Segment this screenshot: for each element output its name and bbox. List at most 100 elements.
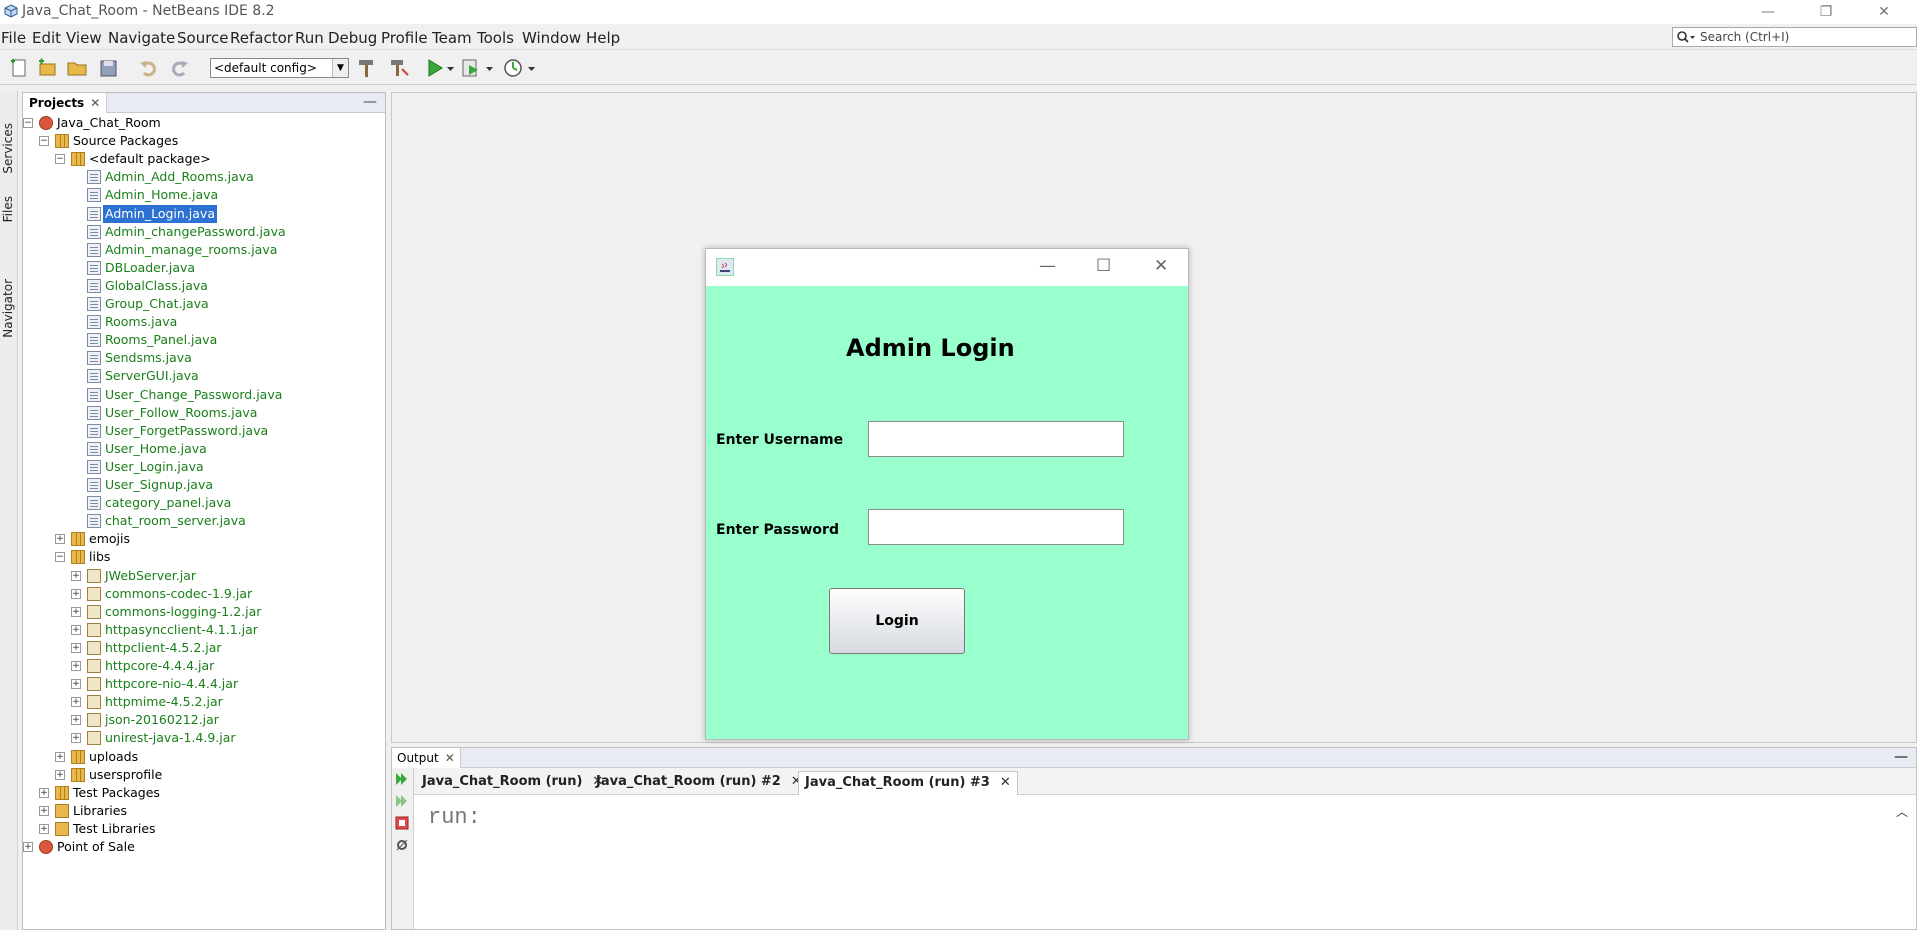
rerun-with-options-icon[interactable] [395, 794, 409, 808]
tree-file-item[interactable]: + httpasyncclient-4.1.1.jar [23, 621, 383, 639]
tree-file-item[interactable]: Admin_manage_rooms.java [23, 241, 383, 259]
expand-icon[interactable]: + [71, 570, 81, 581]
tree-file-item[interactable]: + commons-codec-1.9.jar [23, 585, 383, 603]
tree-file-item[interactable]: User_ForgetPassword.java [23, 422, 383, 440]
tree-file-item[interactable]: Admin_Login.java [23, 204, 383, 223]
expand-icon[interactable]: + [71, 715, 81, 726]
search-input[interactable]: Search (Ctrl+I) [1672, 27, 1917, 47]
expand-icon[interactable]: + [71, 661, 81, 671]
expand-icon[interactable]: + [71, 733, 81, 744]
minimize-panel-icon[interactable]: — [363, 93, 377, 111]
scroll-up-icon[interactable]: ︿ [1896, 803, 1908, 820]
menu-view[interactable]: View [66, 29, 102, 47]
menu-profile[interactable]: Profile [381, 29, 428, 47]
expand-icon[interactable]: + [71, 679, 81, 690]
run-tab-3[interactable]: Java_Chat_Room (run) #3 ✕ [798, 771, 1018, 795]
tree-file-item[interactable]: + httpclient-4.5.2.jar [23, 639, 383, 657]
tree-file-item[interactable]: Rooms.java [23, 313, 383, 331]
tree-file-item[interactable]: + httpcore-4.4.4.jar [23, 657, 383, 675]
undo-icon[interactable] [138, 57, 160, 79]
tree-node[interactable]: + Test Libraries [23, 820, 383, 838]
files-tab[interactable]: Files [1, 196, 15, 222]
rerun-icon[interactable] [395, 772, 409, 786]
expand-icon[interactable]: + [55, 751, 65, 762]
tree-file-item[interactable]: chat_room_server.java [23, 512, 383, 530]
login-maximize-button[interactable]: ☐ [1096, 256, 1111, 276]
stop-icon[interactable] [395, 816, 409, 830]
expand-icon[interactable]: + [71, 588, 81, 599]
expand-icon[interactable]: + [55, 534, 65, 545]
login-minimize-button[interactable]: — [1039, 256, 1056, 276]
tree-node[interactable]: + emojis [23, 530, 383, 548]
projects-tab[interactable]: Projects ✕ [23, 93, 108, 113]
close-icon[interactable]: ✕ [1000, 775, 1011, 790]
tree-node[interactable]: − Java_Chat_Room [23, 114, 383, 132]
menu-navigate[interactable]: Navigate [108, 29, 175, 47]
new-project-icon[interactable] [36, 57, 58, 79]
window-close-button[interactable]: ✕ [1861, 0, 1907, 24]
tree-file-item[interactable]: Admin_Add_Rooms.java [23, 168, 383, 186]
output-console[interactable]: run: ︿ [414, 795, 1916, 929]
clean-build-icon[interactable] [388, 57, 410, 79]
login-close-button[interactable]: ✕ [1154, 256, 1168, 276]
open-project-icon[interactable] [66, 57, 88, 79]
close-icon[interactable]: ✕ [445, 751, 455, 765]
tree-node[interactable]: + uploads [23, 748, 383, 766]
expand-icon[interactable]: + [55, 769, 65, 780]
run-dropdown-icon[interactable] [446, 57, 456, 79]
expand-icon[interactable]: + [23, 842, 33, 852]
tree-file-item[interactable]: User_Login.java [23, 458, 383, 476]
collapse-icon[interactable]: − [55, 154, 65, 165]
collapse-icon[interactable]: − [23, 118, 33, 128]
menu-debug[interactable]: Debug [328, 29, 377, 47]
expand-icon[interactable]: + [71, 624, 81, 635]
tree-file-item[interactable]: Admin_Home.java [23, 186, 383, 204]
tree-file-item[interactable]: GlobalClass.java [23, 277, 383, 295]
run-tab-1[interactable]: Java_Chat_Room (run) ✕ [416, 771, 609, 795]
collapse-icon[interactable]: − [39, 136, 49, 147]
menu-team[interactable]: Team [432, 29, 472, 47]
menu-file[interactable]: File [1, 29, 26, 47]
tree-file-item[interactable]: Group_Chat.java [23, 295, 383, 313]
tree-node[interactable]: + Point of Sale [23, 838, 383, 856]
username-field[interactable] [868, 421, 1124, 457]
expand-icon[interactable]: + [39, 823, 49, 834]
run-tab-2[interactable]: Java_Chat_Room (run) #2 ✕ [590, 771, 808, 795]
close-icon[interactable]: ✕ [90, 96, 100, 110]
expand-icon[interactable]: + [71, 642, 81, 653]
build-hammer-icon[interactable] [356, 57, 378, 79]
tree-file-item[interactable]: Rooms_Panel.java [23, 331, 383, 349]
tree-file-item[interactable]: + unirest-java-1.4.9.jar [23, 729, 383, 747]
settings-icon[interactable] [395, 838, 409, 852]
login-button[interactable]: Login [829, 588, 965, 654]
window-minimize-button[interactable]: — [1745, 0, 1791, 24]
services-tab[interactable]: Services [1, 123, 15, 174]
expand-icon[interactable]: + [71, 606, 81, 617]
tree-file-item[interactable]: ServerGUI.java [23, 367, 383, 385]
tree-file-item[interactable]: + commons-logging-1.2.jar [23, 603, 383, 621]
tree-file-item[interactable]: Sendsms.java [23, 349, 383, 367]
minimize-panel-icon[interactable]: — [1894, 748, 1908, 766]
debug-dropdown-icon[interactable] [485, 57, 495, 79]
config-select[interactable]: <default config> ▼ [210, 58, 349, 78]
navigator-tab[interactable]: Navigator [1, 279, 15, 338]
debug-project-icon[interactable] [460, 57, 482, 79]
menu-edit[interactable]: Edit [32, 29, 61, 47]
tree-file-item[interactable]: + httpcore-nio-4.4.4.jar [23, 675, 383, 693]
tree-file-item[interactable]: + json-20160212.jar [23, 711, 383, 729]
save-all-icon[interactable] [98, 57, 120, 79]
expand-icon[interactable]: + [39, 787, 49, 798]
menu-tools[interactable]: Tools [477, 29, 514, 47]
menu-run[interactable]: Run [295, 29, 324, 47]
menu-source[interactable]: Source [177, 29, 229, 47]
tree-node[interactable]: − <default package> [23, 150, 383, 168]
tree-node[interactable]: − Source Packages [23, 132, 383, 150]
tree-file-item[interactable]: User_Signup.java [23, 476, 383, 494]
tree-file-item[interactable]: User_Change_Password.java [23, 386, 383, 404]
tree-node[interactable]: + usersprofile [23, 766, 383, 784]
expand-icon[interactable]: + [71, 697, 81, 708]
tree-file-item[interactable]: category_panel.java [23, 494, 383, 512]
tree-file-item[interactable]: User_Follow_Rooms.java [23, 404, 383, 422]
tree-file-item[interactable]: DBLoader.java [23, 259, 383, 277]
output-tab[interactable]: Output ✕ [392, 748, 461, 768]
